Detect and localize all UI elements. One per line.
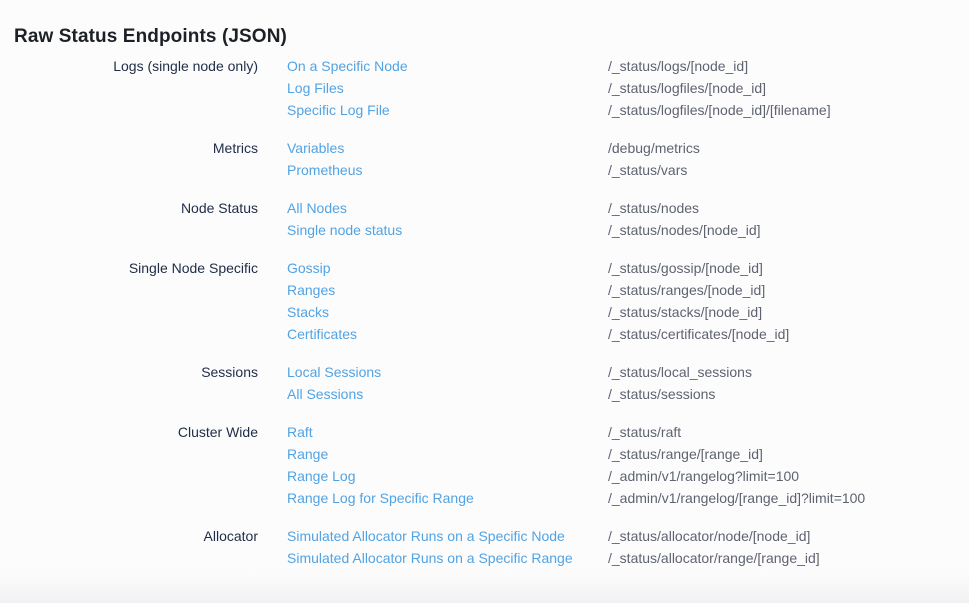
endpoint-link[interactable]: On a Specific Node <box>287 55 608 77</box>
paths-column: /_status/allocator/node/[node_id] /_stat… <box>608 525 969 569</box>
endpoint-link[interactable]: Variables <box>287 137 608 159</box>
endpoint-link[interactable]: Certificates <box>287 323 608 345</box>
endpoint-link[interactable]: All Nodes <box>287 197 608 219</box>
endpoint-link[interactable]: Prometheus <box>287 159 608 181</box>
category-label: Cluster Wide <box>0 421 258 443</box>
paths-column: /_status/raft /_status/range/[range_id] … <box>608 421 969 509</box>
links-column: Simulated Allocator Runs on a Specific N… <box>287 525 608 569</box>
links-column: Local Sessions All Sessions <box>287 361 608 405</box>
endpoint-link[interactable]: Ranges <box>287 279 608 301</box>
endpoint-path: /_status/sessions <box>608 383 969 405</box>
category-label: Logs (single node only) <box>0 55 258 77</box>
paths-column: /_status/gossip/[node_id] /_status/range… <box>608 257 969 345</box>
endpoint-link[interactable]: Raft <box>287 421 608 443</box>
links-column: All Nodes Single node status <box>287 197 608 241</box>
page-title: Raw Status Endpoints (JSON) <box>14 25 287 49</box>
endpoint-path: /_status/logfiles/[node_id]/[filename] <box>608 99 969 121</box>
category-label: Node Status <box>0 197 258 219</box>
endpoint-path: /_status/logfiles/[node_id] <box>608 77 969 99</box>
links-column: Variables Prometheus <box>287 137 608 181</box>
endpoint-path: /_admin/v1/rangelog/[range_id]?limit=100 <box>608 487 969 509</box>
endpoint-link[interactable]: Local Sessions <box>287 361 608 383</box>
endpoint-link[interactable]: Range <box>287 443 608 465</box>
endpoint-link[interactable]: All Sessions <box>287 383 608 405</box>
endpoint-path: /_status/logs/[node_id] <box>608 55 969 77</box>
category-label: Single Node Specific <box>0 257 258 279</box>
endpoint-link[interactable]: Gossip <box>287 257 608 279</box>
endpoint-group: Allocator Simulated Allocator Runs on a … <box>0 525 969 569</box>
endpoint-path: /_status/nodes/[node_id] <box>608 219 969 241</box>
endpoint-group: Single Node Specific Gossip Ranges Stack… <box>0 257 969 345</box>
endpoint-link[interactable]: Log Files <box>287 77 608 99</box>
endpoint-group: Sessions Local Sessions All Sessions /_s… <box>0 361 969 405</box>
endpoint-path: /_status/range/[range_id] <box>608 443 969 465</box>
links-column: Raft Range Range Log Range Log for Speci… <box>287 421 608 509</box>
debug-endpoints-page: Raw Status Endpoints (JSON) Logs (single… <box>0 0 969 603</box>
category-label: Metrics <box>0 137 258 159</box>
endpoint-path: /_status/local_sessions <box>608 361 969 383</box>
paths-column: /_status/nodes /_status/nodes/[node_id] <box>608 197 969 241</box>
endpoint-path: /debug/metrics <box>608 137 969 159</box>
endpoint-link[interactable]: Specific Log File <box>287 99 608 121</box>
category-label: Allocator <box>0 525 258 547</box>
endpoint-path: /_status/ranges/[node_id] <box>608 279 969 301</box>
paths-column: /_status/local_sessions /_status/session… <box>608 361 969 405</box>
endpoint-path: /_admin/v1/rangelog?limit=100 <box>608 465 969 487</box>
endpoints-table: Logs (single node only) On a Specific No… <box>0 55 969 585</box>
endpoint-link[interactable]: Simulated Allocator Runs on a Specific R… <box>287 547 608 569</box>
links-column: On a Specific Node Log Files Specific Lo… <box>287 55 608 121</box>
endpoint-path: /_status/allocator/node/[node_id] <box>608 525 969 547</box>
endpoint-path: /_status/nodes <box>608 197 969 219</box>
endpoint-link[interactable]: Range Log for Specific Range <box>287 487 608 509</box>
endpoint-link[interactable]: Single node status <box>287 219 608 241</box>
endpoint-group: Node Status All Nodes Single node status… <box>0 197 969 241</box>
endpoint-path: /_status/vars <box>608 159 969 181</box>
paths-column: /debug/metrics /_status/vars <box>608 137 969 181</box>
links-column: Gossip Ranges Stacks Certificates <box>287 257 608 345</box>
endpoint-path: /_status/stacks/[node_id] <box>608 301 969 323</box>
endpoint-link[interactable]: Stacks <box>287 301 608 323</box>
endpoint-group: Logs (single node only) On a Specific No… <box>0 55 969 121</box>
endpoint-path: /_status/certificates/[node_id] <box>608 323 969 345</box>
endpoint-path: /_status/gossip/[node_id] <box>608 257 969 279</box>
endpoint-path: /_status/raft <box>608 421 969 443</box>
endpoint-group: Cluster Wide Raft Range Range Log Range … <box>0 421 969 509</box>
endpoint-path: /_status/allocator/range/[range_id] <box>608 547 969 569</box>
endpoint-group: Metrics Variables Prometheus /debug/metr… <box>0 137 969 181</box>
paths-column: /_status/logs/[node_id] /_status/logfile… <box>608 55 969 121</box>
category-label: Sessions <box>0 361 258 383</box>
endpoint-link[interactable]: Range Log <box>287 465 608 487</box>
endpoint-link[interactable]: Simulated Allocator Runs on a Specific N… <box>287 525 608 547</box>
